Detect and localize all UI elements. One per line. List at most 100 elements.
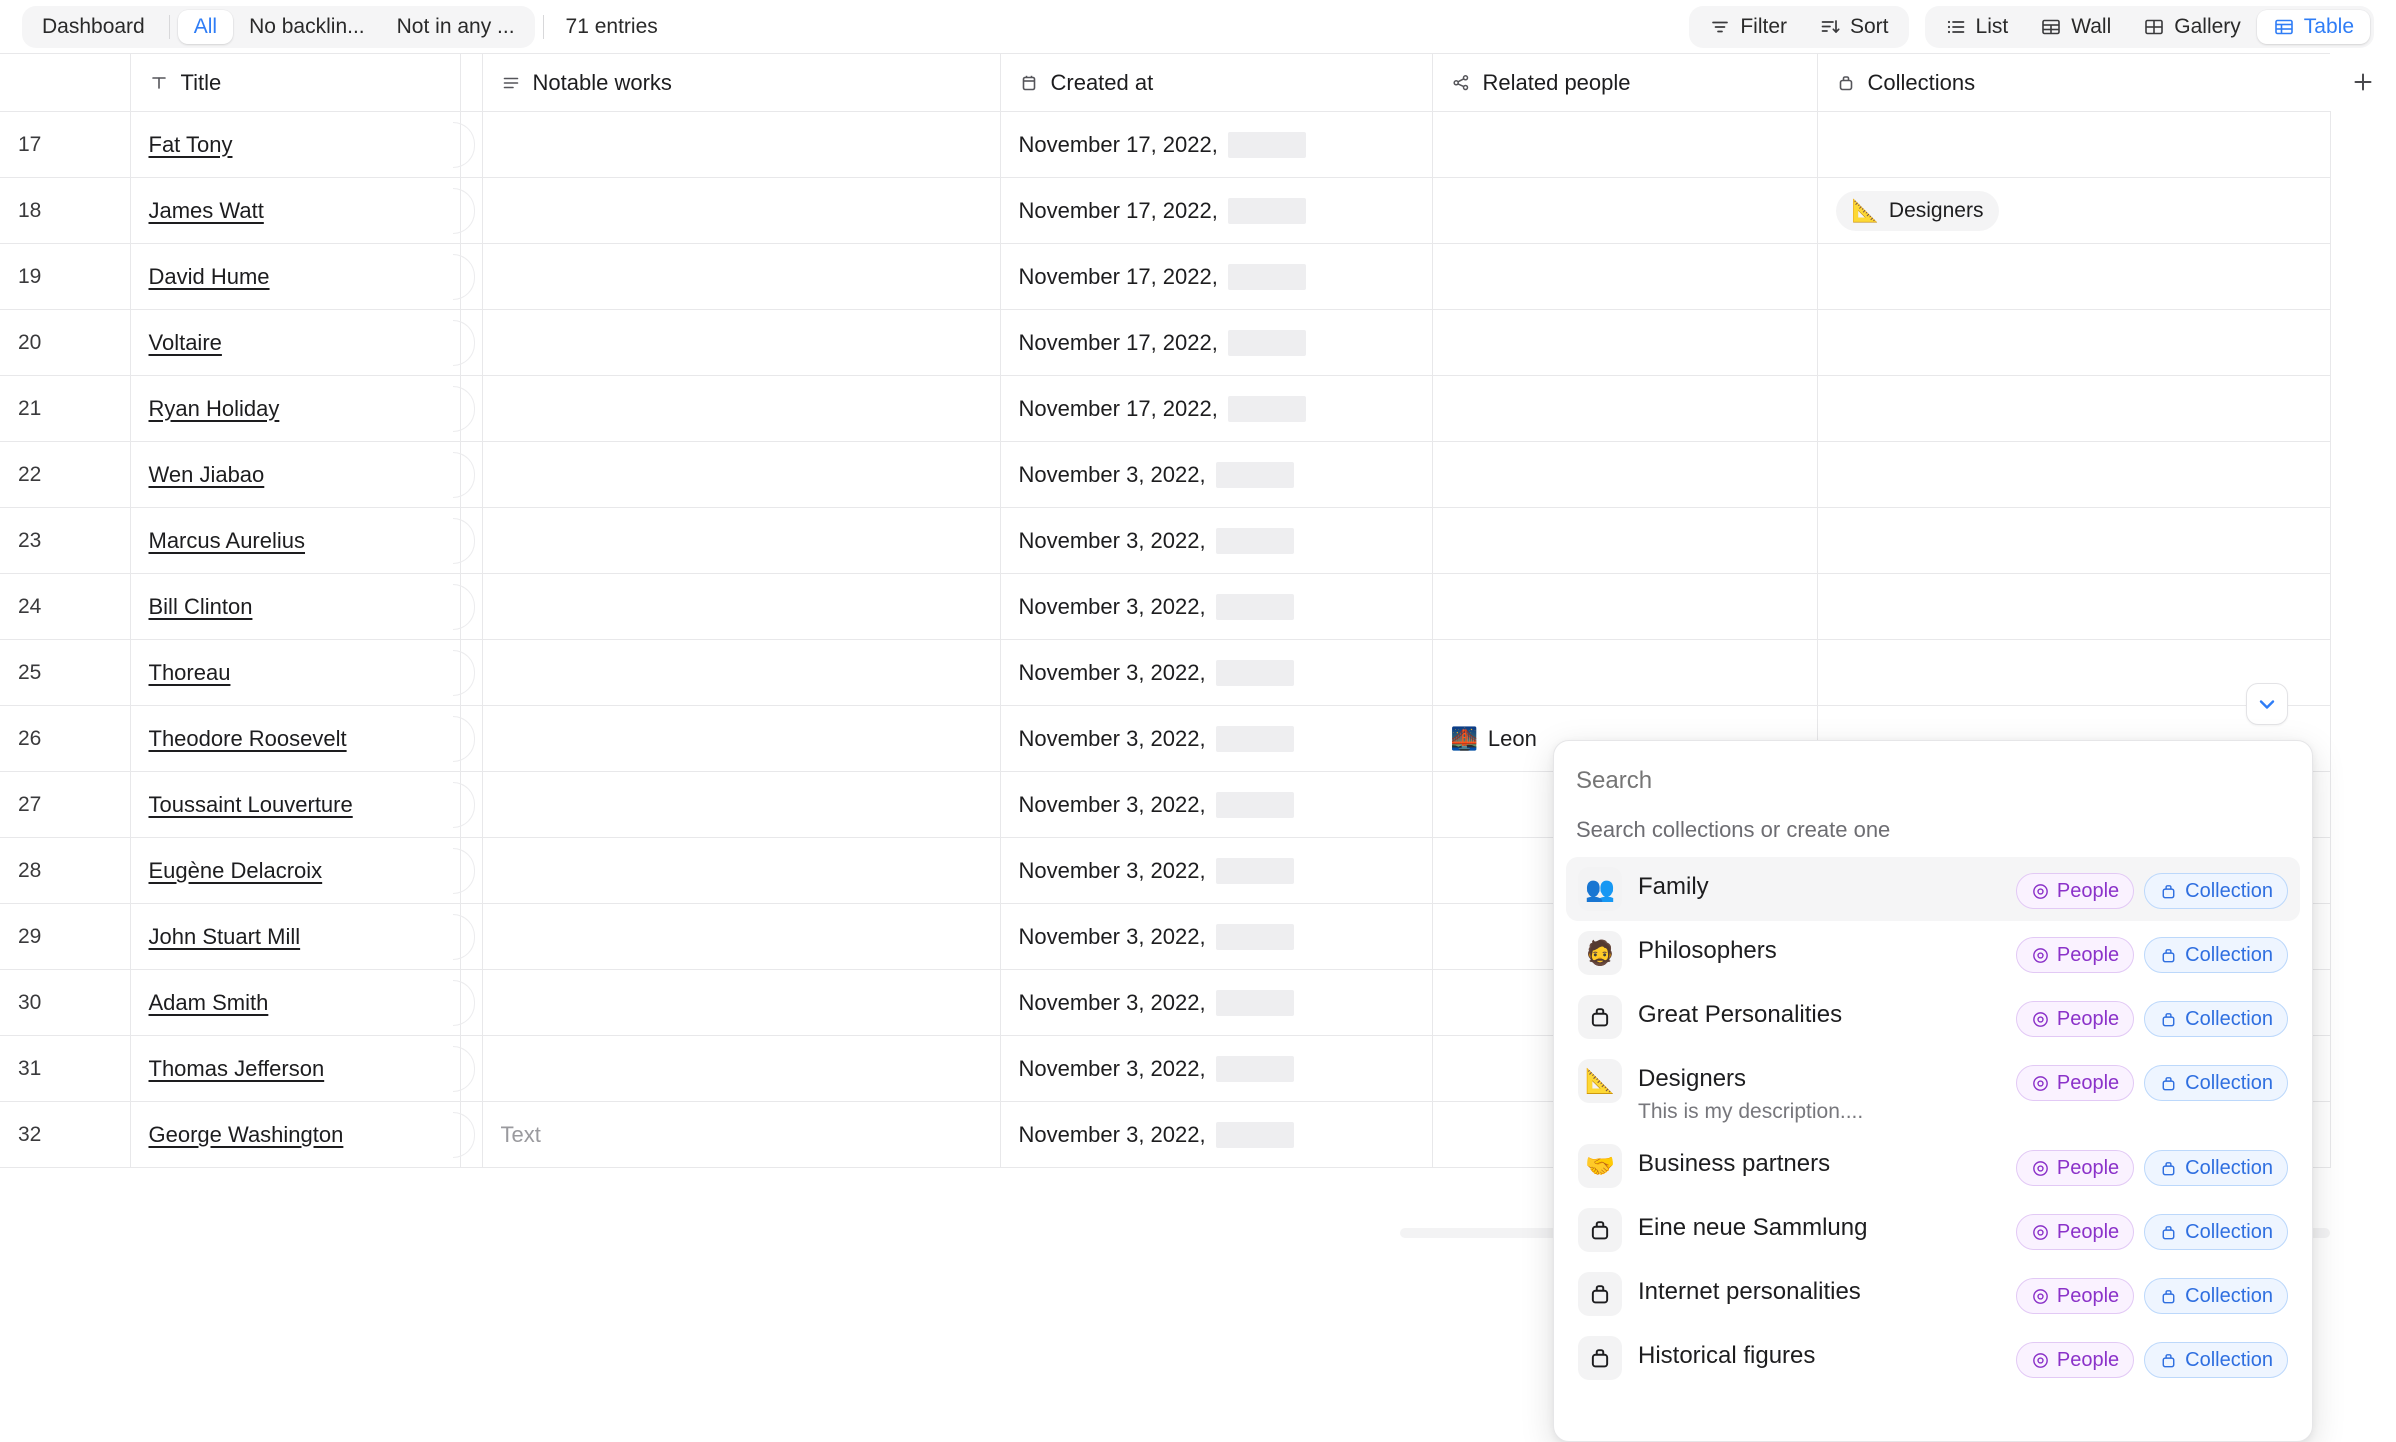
row-expand-handle[interactable] <box>452 639 483 706</box>
created-at-cell[interactable]: November 3, 2022, <box>999 837 1433 904</box>
tag-people[interactable]: People <box>2015 937 2135 973</box>
table-row[interactable]: 19 David Hume November 17, 2022, <box>0 243 2331 310</box>
title-cell[interactable]: Fat Tony <box>129 111 461 178</box>
filter-button[interactable]: Filter <box>1693 10 1803 44</box>
notable-works-cell[interactable]: Text <box>481 1101 1001 1168</box>
title-link[interactable]: John Stuart Mill <box>149 924 301 949</box>
row-expand-handle[interactable] <box>452 177 483 244</box>
collections-cell[interactable] <box>1816 375 2331 442</box>
row-expand-handle[interactable] <box>452 507 483 574</box>
created-at-cell[interactable]: November 3, 2022, <box>999 441 1433 508</box>
tab-not-in-any[interactable]: Not in any ... <box>381 10 531 44</box>
title-link[interactable]: Eugène Delacroix <box>149 858 323 883</box>
collection-list-item[interactable]: Great Personalities People Collection <box>1566 985 2300 1049</box>
col-header-collections[interactable]: Collections <box>1816 53 2331 112</box>
created-at-cell[interactable]: November 3, 2022, <box>999 1035 1433 1102</box>
col-header-created-at[interactable]: Created at <box>999 53 1433 112</box>
row-expand-handle[interactable] <box>452 573 483 640</box>
tag-collection[interactable]: Collection <box>2144 873 2288 909</box>
title-cell[interactable]: Voltaire <box>129 309 461 376</box>
created-at-cell[interactable]: November 17, 2022, <box>999 177 1433 244</box>
title-cell[interactable]: Eugène Delacroix <box>129 837 461 904</box>
collections-cell[interactable] <box>1816 243 2331 310</box>
title-link[interactable]: Toussaint Louverture <box>149 792 353 817</box>
title-cell[interactable]: Thomas Jefferson <box>129 1035 461 1102</box>
created-at-cell[interactable]: November 3, 2022, <box>999 639 1433 706</box>
table-row[interactable]: 21 Ryan Holiday November 17, 2022, <box>0 375 2331 442</box>
related-people-cell[interactable] <box>1431 243 1818 310</box>
notable-works-cell[interactable] <box>481 837 1001 904</box>
table-row[interactable]: 25 Thoreau November 3, 2022, <box>0 639 2331 706</box>
title-cell[interactable]: John Stuart Mill <box>129 903 461 970</box>
row-expand-handle[interactable] <box>452 903 483 970</box>
view-list[interactable]: List <box>1929 10 2025 44</box>
notable-works-cell[interactable] <box>481 111 1001 178</box>
collections-cell[interactable] <box>1816 573 2331 640</box>
related-people-cell[interactable] <box>1431 177 1818 244</box>
title-link[interactable]: Voltaire <box>149 330 222 355</box>
created-at-cell[interactable]: November 3, 2022, <box>999 507 1433 574</box>
notable-works-cell[interactable] <box>481 573 1001 640</box>
notable-works-cell[interactable] <box>481 309 1001 376</box>
collections-cell[interactable] <box>1816 507 2331 574</box>
title-link[interactable]: George Washington <box>149 1122 344 1147</box>
row-expand-handle[interactable] <box>452 375 483 442</box>
tag-collection[interactable]: Collection <box>2144 1065 2288 1101</box>
related-people-cell[interactable] <box>1431 639 1818 706</box>
title-link[interactable]: Thoreau <box>149 660 231 685</box>
title-cell[interactable]: David Hume <box>129 243 461 310</box>
notable-works-cell[interactable] <box>481 639 1001 706</box>
title-link[interactable]: James Watt <box>149 198 264 223</box>
collection-list-item[interactable]: 📐 Designers This is my description.... Peop… <box>1566 1049 2300 1134</box>
title-link[interactable]: Marcus Aurelius <box>149 528 306 553</box>
created-at-cell[interactable]: November 17, 2022, <box>999 309 1433 376</box>
title-cell[interactable]: Theodore Roosevelt <box>129 705 461 772</box>
table-row[interactable]: 18 James Watt November 17, 2022, 📐 Designers <box>0 177 2331 244</box>
title-cell[interactable]: Marcus Aurelius <box>129 507 461 574</box>
tag-collection[interactable]: Collection <box>2144 1342 2288 1378</box>
notable-works-cell[interactable] <box>481 903 1001 970</box>
search-input[interactable] <box>1554 741 2312 795</box>
row-expand-handle[interactable] <box>452 1035 483 1102</box>
created-at-cell[interactable]: November 17, 2022, <box>999 375 1433 442</box>
title-link[interactable]: David Hume <box>149 264 270 289</box>
row-expand-handle[interactable] <box>452 309 483 376</box>
tag-people[interactable]: People <box>2015 1065 2135 1101</box>
tag-collection[interactable]: Collection <box>2144 1150 2288 1186</box>
collection-list-item[interactable]: Eine neue Sammlung People Collection <box>1566 1198 2300 1262</box>
tag-collection[interactable]: Collection <box>2144 1214 2288 1250</box>
related-people-cell[interactable] <box>1431 507 1818 574</box>
notable-works-cell[interactable] <box>481 375 1001 442</box>
view-wall[interactable]: Wall <box>2024 10 2127 44</box>
tab-dashboard[interactable]: Dashboard <box>26 10 161 44</box>
title-cell[interactable]: Thoreau <box>129 639 461 706</box>
row-expand-handle[interactable] <box>452 705 483 772</box>
tag-people[interactable]: People <box>2015 1150 2135 1186</box>
tab-no-backlinks[interactable]: No backlin... <box>233 10 381 44</box>
tag-collection[interactable]: Collection <box>2144 937 2288 973</box>
title-cell[interactable]: Bill Clinton <box>129 573 461 640</box>
add-column-button[interactable] <box>2330 53 2396 111</box>
title-link[interactable]: Theodore Roosevelt <box>149 726 347 751</box>
tab-all[interactable]: All <box>177 9 234 44</box>
notable-works-cell[interactable] <box>481 771 1001 838</box>
view-gallery[interactable]: Gallery <box>2127 10 2257 44</box>
collection-list-item[interactable]: 🧔 Philosophers People Collection <box>1566 921 2300 985</box>
created-at-cell[interactable]: November 17, 2022, <box>999 243 1433 310</box>
sort-button[interactable]: Sort <box>1803 10 1905 44</box>
title-link[interactable]: Thomas Jefferson <box>149 1056 325 1081</box>
related-people-cell[interactable] <box>1431 441 1818 508</box>
collections-cell[interactable] <box>1816 309 2331 376</box>
tag-people[interactable]: People <box>2015 1342 2135 1378</box>
title-cell[interactable]: James Watt <box>129 177 461 244</box>
related-people-cell[interactable] <box>1431 111 1818 178</box>
table-row[interactable]: 24 Bill Clinton November 3, 2022, <box>0 573 2331 640</box>
view-table[interactable]: Table <box>2256 9 2370 44</box>
table-row[interactable]: 23 Marcus Aurelius November 3, 2022, <box>0 507 2331 574</box>
notable-works-cell[interactable] <box>481 243 1001 310</box>
related-people-cell[interactable] <box>1431 573 1818 640</box>
tag-people[interactable]: People <box>2015 1214 2135 1250</box>
title-cell[interactable]: George Washington <box>129 1101 461 1168</box>
title-link[interactable]: Fat Tony <box>149 132 233 157</box>
col-header-related-people[interactable]: Related people <box>1431 53 1818 112</box>
